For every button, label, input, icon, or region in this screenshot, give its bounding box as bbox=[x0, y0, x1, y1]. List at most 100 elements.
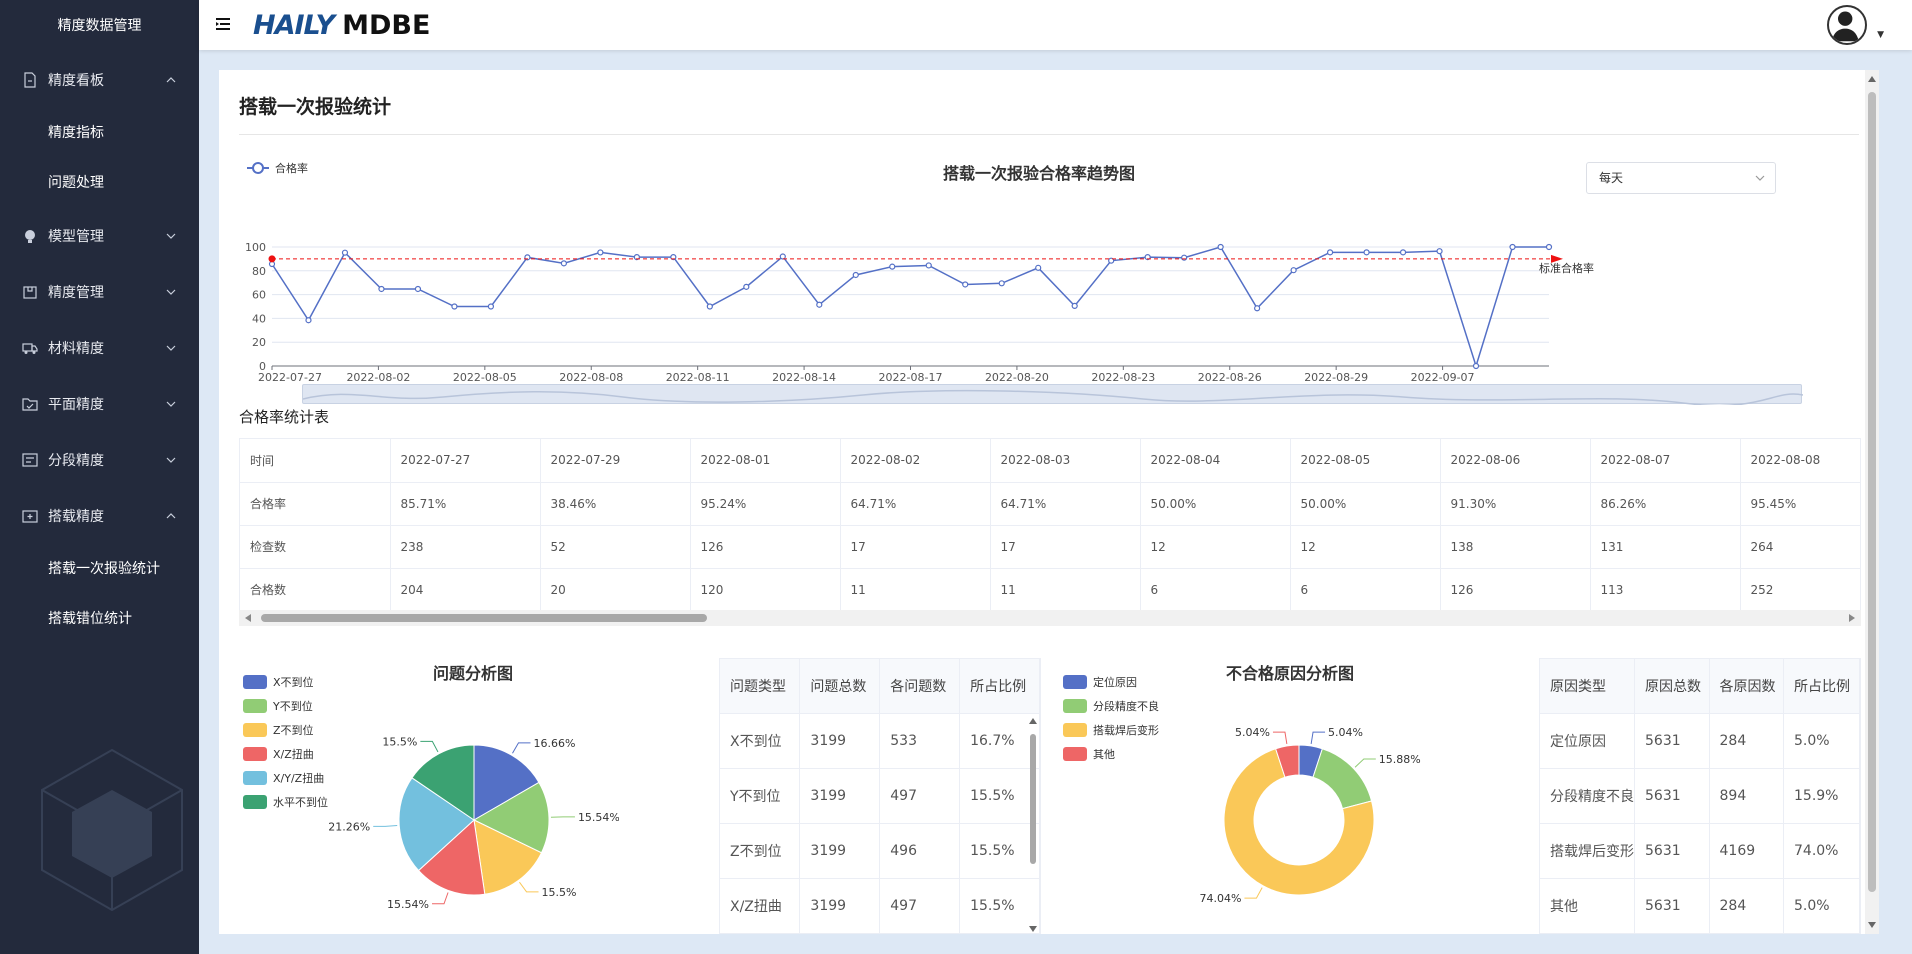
stats-table-container[interactable]: 时间 2022-07-27 2022-07-29 2022-08-01 2022-08-… bbox=[239, 438, 1861, 612]
scroll-right-icon[interactable] bbox=[1849, 614, 1855, 622]
x-tick-label: 2022-08-14 bbox=[772, 371, 836, 384]
top-header: HAILY MDBE ▼ bbox=[199, 0, 1912, 50]
y-tick-label: 20 bbox=[252, 336, 266, 349]
data-point[interactable] bbox=[1181, 254, 1188, 261]
sidebar-group-segment[interactable]: 分段精度 bbox=[0, 432, 199, 488]
legend-swatch bbox=[243, 675, 267, 689]
x-tick-label: 2022-08-05 bbox=[453, 371, 517, 384]
legend-item[interactable]: X不到位 bbox=[243, 670, 328, 694]
data-point[interactable] bbox=[451, 303, 458, 310]
table-cell: X不到位 bbox=[720, 713, 801, 769]
data-point[interactable] bbox=[597, 249, 604, 256]
period-select[interactable]: 每天 bbox=[1586, 162, 1776, 194]
scroll-left-icon[interactable] bbox=[245, 614, 251, 622]
problem-table-scrollbar[interactable] bbox=[1027, 658, 1039, 934]
data-point[interactable] bbox=[816, 301, 823, 308]
data-point[interactable] bbox=[962, 281, 969, 288]
data-point[interactable] bbox=[414, 285, 422, 293]
table-cell: 497 bbox=[879, 878, 961, 934]
data-point[interactable] bbox=[1436, 248, 1443, 255]
data-point[interactable] bbox=[1509, 243, 1516, 251]
data-point[interactable] bbox=[1363, 249, 1370, 256]
avatar[interactable] bbox=[1827, 5, 1867, 45]
data-point[interactable] bbox=[1290, 267, 1297, 274]
sidebar-group-accuracy-dashboard[interactable]: 精度看板 bbox=[0, 52, 199, 108]
data-point[interactable] bbox=[1399, 249, 1407, 256]
legend-item[interactable]: X/Z扭曲 bbox=[243, 742, 328, 766]
data-point[interactable] bbox=[852, 271, 859, 279]
data-point[interactable] bbox=[560, 260, 567, 267]
trend-line-chart: 0204060801002022-07-27 2022-08-02 2022-08-… bbox=[245, 241, 1594, 384]
pie-value-label: 16.66% bbox=[533, 737, 575, 750]
legend-item[interactable]: X/Y/Z扭曲 bbox=[243, 766, 328, 790]
table-row: X不到位 3199 533 16.7% bbox=[720, 713, 1040, 769]
data-point[interactable] bbox=[1217, 243, 1224, 251]
sidebar-group-label: 分段精度 bbox=[48, 453, 104, 469]
table-cell: 6 bbox=[1290, 568, 1441, 611]
legend-swatch bbox=[1063, 723, 1087, 737]
data-point[interactable] bbox=[341, 249, 349, 256]
scroll-up-icon[interactable] bbox=[1868, 76, 1876, 82]
data-point[interactable] bbox=[487, 303, 495, 310]
scroll-down-icon[interactable] bbox=[1868, 922, 1876, 928]
legend-item[interactable]: 分段精度不良 bbox=[1063, 694, 1159, 718]
table-cell: 85.71% bbox=[390, 482, 541, 526]
data-point[interactable] bbox=[1071, 302, 1078, 310]
sidebar-item-first-inspection-stats[interactable]: 搭载一次报验统计 bbox=[0, 544, 199, 594]
data-point[interactable] bbox=[1254, 305, 1261, 312]
table-cell: 2022-08-02 bbox=[840, 439, 991, 483]
data-point[interactable] bbox=[305, 317, 312, 324]
scroll-down-icon[interactable] bbox=[1029, 926, 1037, 932]
table-row: 定位原因 5631 284 5.0% bbox=[1540, 713, 1860, 769]
legend-item[interactable]: 搭载焊后变形 bbox=[1063, 718, 1159, 742]
data-point[interactable] bbox=[743, 283, 750, 290]
scrollbar-thumb[interactable] bbox=[1030, 734, 1036, 864]
table-cell: 894 bbox=[1709, 768, 1784, 824]
data-point[interactable] bbox=[1035, 264, 1042, 271]
legend-item[interactable]: Y不到位 bbox=[243, 694, 328, 718]
y-tick-label: 40 bbox=[252, 312, 266, 325]
y-tick-label: 100 bbox=[245, 241, 266, 254]
reason-table-container[interactable]: 原因类型 原因总数 各原因数 所占比例 定位原因 5631 284 5.0% 分段精度不… bbox=[1539, 658, 1861, 934]
vertical-scrollbar[interactable] bbox=[1865, 70, 1879, 934]
sidebar-group-plane[interactable]: 平面精度 bbox=[0, 376, 199, 432]
sidebar-group-accuracy-management[interactable]: 精度管理 bbox=[0, 264, 199, 320]
data-point[interactable] bbox=[998, 280, 1005, 287]
table-cell: 52 bbox=[540, 525, 691, 569]
sidebar-group-model[interactable]: 模型管理 bbox=[0, 208, 199, 264]
datazoom-slider[interactable] bbox=[302, 384, 1804, 407]
scroll-up-icon[interactable] bbox=[1029, 718, 1037, 724]
truck-icon bbox=[22, 340, 38, 356]
table-cell: 91.30% bbox=[1440, 482, 1591, 526]
sidebar-group-material[interactable]: 材料精度 bbox=[0, 320, 199, 376]
data-point[interactable] bbox=[925, 262, 932, 269]
sidebar-item-misalignment-stats[interactable]: 搭载错位统计 bbox=[0, 594, 199, 644]
problem-table-container[interactable]: 问题类型 问题总数 各问题数 所占比例 X不到位 3199 533 16.7% Y不到位… bbox=[719, 658, 1041, 934]
horizontal-scrollbar[interactable] bbox=[239, 610, 1861, 626]
legend-item[interactable]: 定位原因 bbox=[1063, 670, 1159, 694]
legend-item[interactable]: 水平不到位 bbox=[243, 790, 328, 814]
data-point[interactable] bbox=[1545, 243, 1553, 251]
data-point[interactable] bbox=[378, 285, 385, 293]
reason-table: 原因类型 原因总数 各原因数 所占比例 定位原因 5631 284 5.0% 分段精度不… bbox=[1540, 659, 1860, 934]
sidebar-item-issue-handling[interactable]: 问题处理 bbox=[0, 158, 199, 208]
table-cell: 4169 bbox=[1709, 823, 1784, 879]
data-point[interactable] bbox=[706, 303, 713, 310]
data-point[interactable] bbox=[1326, 249, 1334, 256]
legend-item[interactable]: 其他 bbox=[1063, 742, 1159, 766]
menu-toggle-icon[interactable] bbox=[215, 16, 231, 32]
caret-down-icon[interactable]: ▼ bbox=[1877, 30, 1884, 40]
scrollbar-thumb[interactable] bbox=[261, 614, 707, 622]
legend-item[interactable]: Z不到位 bbox=[243, 718, 328, 742]
scrollbar-thumb[interactable] bbox=[1868, 92, 1876, 892]
data-point[interactable] bbox=[779, 253, 786, 260]
table-cell: 126 bbox=[1440, 568, 1591, 611]
pie-slice[interactable] bbox=[1312, 748, 1373, 810]
sidebar-item-accuracy-index[interactable]: 精度指标 bbox=[0, 108, 199, 158]
data-point[interactable] bbox=[889, 263, 896, 270]
pie-value-label: 15.5% bbox=[382, 735, 417, 748]
table-cell: 3199 bbox=[799, 713, 881, 769]
sidebar-group-loading[interactable]: 搭载精度 bbox=[0, 488, 199, 544]
table-cell: 284 bbox=[1709, 713, 1784, 769]
data-point[interactable] bbox=[1472, 362, 1480, 370]
